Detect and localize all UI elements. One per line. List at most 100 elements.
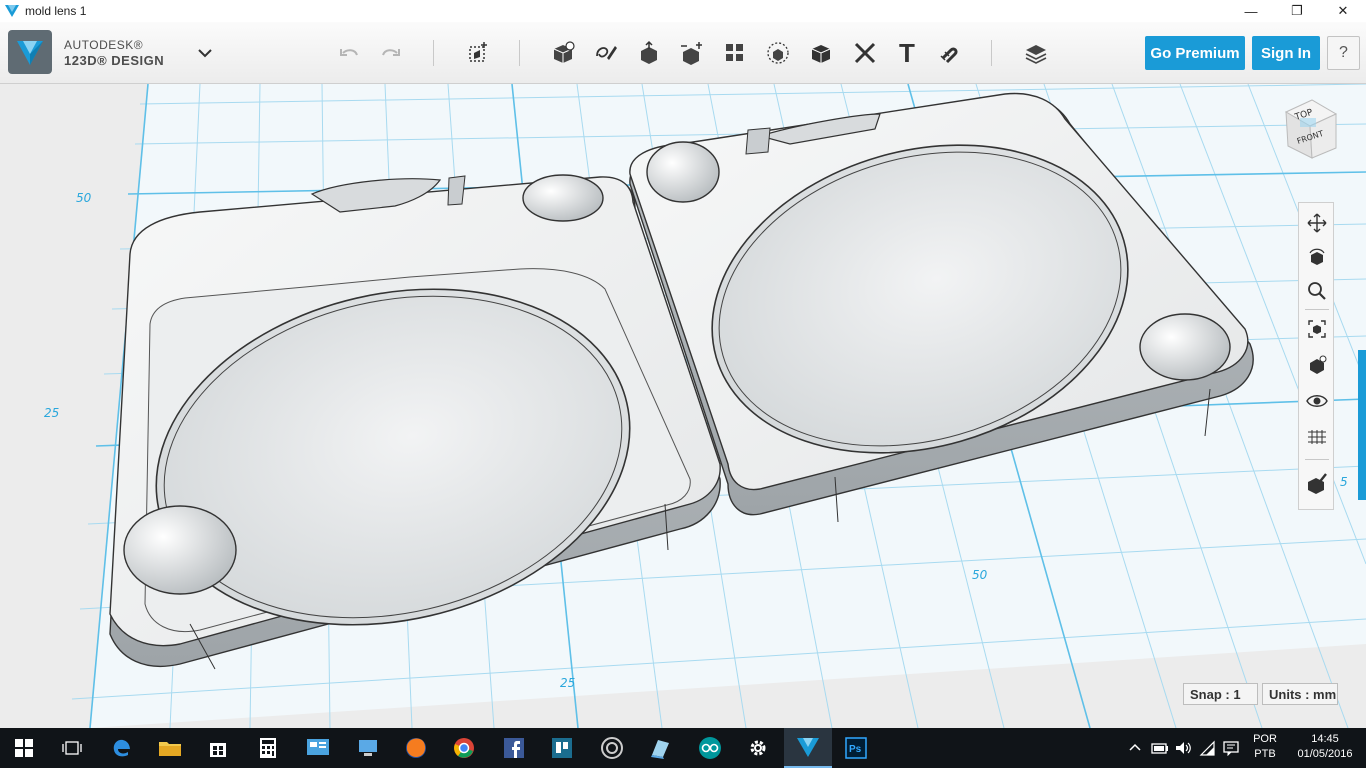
sketch-button[interactable] [591, 38, 621, 68]
fit-icon [1308, 320, 1326, 338]
app-menu-logo[interactable] [8, 30, 52, 74]
wifi-icon[interactable] [1198, 740, 1216, 756]
main-toolbar: AUTODESK® 123D® DESIGN T Go Premium Sign… [0, 22, 1366, 84]
grid-label-left-50: 50 [76, 191, 92, 205]
taskbar-arduino[interactable] [686, 728, 734, 768]
text-tool-icon: T [899, 37, 915, 68]
nav-separator [1305, 309, 1329, 310]
task-view-button[interactable] [48, 728, 96, 768]
undo-icon [340, 49, 358, 56]
grid-visibility-button[interactable] [1303, 423, 1331, 451]
layers-icon [1025, 45, 1047, 64]
edge-browser-icon [113, 739, 130, 757]
folder-icon [159, 742, 181, 756]
trello-icon [552, 738, 572, 758]
magnifier-icon [1308, 282, 1326, 300]
go-premium-button[interactable]: Go Premium [1145, 36, 1245, 70]
maximize-button[interactable]: ❐ [1274, 0, 1320, 22]
toolbar-separator [991, 40, 992, 66]
view-mode-button[interactable] [1303, 351, 1331, 379]
taskbar-store[interactable] [194, 728, 242, 768]
grouping-button[interactable] [763, 38, 793, 68]
minimize-button[interactable]: — [1228, 0, 1274, 22]
scene-canvas[interactable]: 50 25 25 50 5 [0, 84, 1366, 728]
taskbar-control-panel[interactable] [294, 728, 342, 768]
measure-button[interactable] [850, 38, 880, 68]
navigation-bar [1298, 202, 1334, 510]
taskbar-facebook[interactable] [490, 728, 538, 768]
taskbar: Ps POR PTB 14:45 01/05/2016 [0, 728, 1366, 768]
fit-button[interactable] [1303, 315, 1331, 343]
battery-icon[interactable] [1150, 741, 1170, 755]
taskbar-app-blue[interactable] [636, 728, 684, 768]
taskbar-clock[interactable]: 14:45 01/05/2016 [1290, 732, 1360, 762]
taskbar-firefox[interactable] [392, 728, 440, 768]
taskbar-trello[interactable] [538, 728, 586, 768]
view-cube[interactable]: TOP FRONT [1282, 98, 1338, 164]
pan-button[interactable] [1303, 209, 1331, 237]
grid-label-right-partial: 5 [1340, 475, 1348, 489]
taskbar-network[interactable] [344, 728, 392, 768]
arduino-icon [699, 737, 721, 759]
language-code: POR [1253, 733, 1277, 745]
chevron-down-icon[interactable] [196, 46, 214, 60]
taskbar-file-explorer[interactable] [146, 728, 194, 768]
taskbar-calculator[interactable] [244, 728, 292, 768]
brand-name: AUTODESK® 123D® DESIGN [64, 38, 164, 68]
construct-button[interactable] [634, 38, 664, 68]
clock-time: 14:45 [1311, 733, 1339, 745]
redo-button[interactable] [376, 38, 406, 68]
pattern-button[interactable] [720, 38, 750, 68]
3d-viewport[interactable]: 50 25 25 50 5 TOP FRONT Snap: 1 Units:… [0, 84, 1366, 728]
firefox-icon [406, 738, 426, 758]
chrome-icon [454, 738, 474, 758]
snap-status[interactable]: Snap : 1 [1183, 683, 1258, 705]
taskbar-chrome[interactable] [440, 728, 488, 768]
grid-label-left-25: 25 [44, 406, 59, 420]
sign-in-button[interactable]: Sign In [1252, 36, 1320, 70]
taskbar-media[interactable] [588, 728, 636, 768]
snap-button[interactable] [935, 38, 965, 68]
store-bag-icon [210, 743, 226, 757]
primitives-button[interactable] [548, 38, 578, 68]
orbit-icon [1309, 248, 1325, 265]
solid-view-icon [1310, 355, 1327, 374]
nav-separator [1305, 459, 1329, 460]
group-icon [767, 42, 789, 64]
orbit-button[interactable] [1303, 243, 1331, 271]
side-panel-tab[interactable] [1358, 350, 1366, 500]
pan-icon [1307, 213, 1327, 233]
brand-line1: AUTODESK® [64, 38, 144, 52]
taskbar-edge[interactable] [98, 728, 146, 768]
help-button[interactable]: ? [1327, 36, 1360, 70]
material-toggle-button[interactable] [1303, 469, 1331, 497]
input-language[interactable]: POR PTB [1250, 732, 1280, 762]
combine-icon [811, 45, 831, 63]
combine-button[interactable] [806, 38, 836, 68]
close-button[interactable]: ✕ [1320, 0, 1366, 22]
taskbar-123d-design[interactable] [784, 728, 832, 768]
extrude-icon [641, 40, 657, 64]
zoom-button[interactable] [1303, 277, 1331, 305]
taskbar-settings[interactable] [734, 728, 782, 768]
material-button[interactable] [1021, 38, 1051, 68]
task-view-icon [62, 741, 82, 755]
brand-line2: 123D® DESIGN [64, 53, 165, 68]
gear-icon [750, 740, 766, 756]
app-logo-icon [5, 5, 19, 17]
keyboard-layout: PTB [1254, 748, 1276, 760]
text-button[interactable]: T [892, 38, 922, 68]
undo-button[interactable] [334, 38, 364, 68]
chevron-up-icon[interactable] [1128, 741, 1142, 755]
start-button[interactable] [0, 728, 48, 768]
visibility-button[interactable] [1303, 387, 1331, 415]
modify-button[interactable] [677, 38, 707, 68]
units-status[interactable]: Units : mm [1262, 683, 1338, 705]
volume-icon[interactable] [1174, 741, 1192, 755]
taskbar-photoshop[interactable]: Ps [832, 728, 880, 768]
redo-icon [382, 49, 400, 56]
system-tray [1128, 728, 1240, 768]
notification-icon[interactable] [1222, 740, 1240, 756]
pattern-icon [726, 44, 743, 61]
transform-button[interactable] [463, 38, 493, 68]
